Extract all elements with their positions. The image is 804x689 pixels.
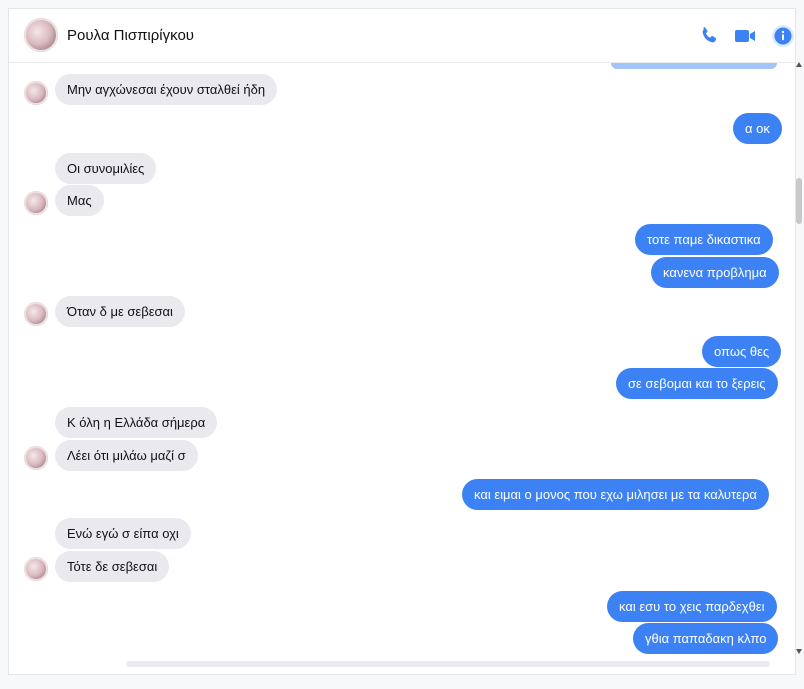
outgoing-message[interactable]: σε σεβομαι και το ξερεις [616, 368, 778, 399]
outgoing-message[interactable]: και ειμαι ο μονος που εχω μιλησει με τα … [462, 479, 769, 510]
outgoing-message[interactable]: α οκ [733, 113, 782, 144]
incoming-message[interactable]: Λέει ότι μιλάω μαζί σ [55, 440, 198, 471]
phone-icon[interactable] [697, 24, 721, 48]
scroll-up-arrow-icon[interactable] [796, 62, 802, 67]
outgoing-message[interactable]: και εσυ το χεις παρδεχθει [607, 591, 777, 622]
outgoing-message[interactable]: τοτε παμε δικαστικα [635, 224, 773, 255]
contact-name[interactable]: Ρουλα Πισπιρίγκου [67, 27, 194, 44]
sender-avatar[interactable] [24, 446, 48, 470]
incoming-message[interactable]: Κ όλη η Ελλάδα σήμερα [55, 407, 218, 438]
incoming-message[interactable]: Μην αγχώνεσαι έχουν σταλθεί ήδη [55, 74, 278, 105]
sender-avatar[interactable] [24, 557, 48, 581]
conversation-header: Ρουλα Πισπιρίγκου [9, 9, 795, 63]
video-camera-icon[interactable] [733, 24, 757, 48]
incoming-message[interactable]: Τότε δε σεβεσαι [55, 551, 170, 582]
composer-edge [126, 661, 770, 667]
scroll-thumb[interactable] [796, 178, 802, 224]
outgoing-message[interactable]: οπως θες [702, 336, 782, 367]
outgoing-message[interactable]: γθια παπαδακη κλπο [633, 623, 779, 654]
incoming-message[interactable]: Ενώ εγώ σ είπα οχι [55, 518, 191, 549]
avatar [24, 18, 58, 52]
scroll-down-arrow-icon[interactable] [796, 649, 802, 654]
incoming-message[interactable]: Οι συνομιλίες [55, 153, 157, 184]
sender-avatar[interactable] [24, 81, 48, 105]
info-icon[interactable] [771, 24, 795, 48]
incoming-message[interactable]: Όταν δ με σεβεσαι [55, 296, 185, 327]
contact-avatar[interactable] [24, 18, 58, 52]
vertical-scrollbar[interactable] [796, 62, 804, 654]
outgoing-message[interactable]: κανενα προβλημα [651, 257, 779, 288]
messenger-window: Ρουλα Πισπιρίγκου Μην αγχώνεσαι έχουν στ… [8, 8, 796, 675]
sender-avatar[interactable] [24, 191, 48, 215]
sender-avatar[interactable] [24, 302, 48, 326]
message-list[interactable]: Μην αγχώνεσαι έχουν σταλθεί ήδη α οκ Οι … [9, 63, 795, 674]
incoming-message[interactable]: Μας [55, 185, 104, 216]
